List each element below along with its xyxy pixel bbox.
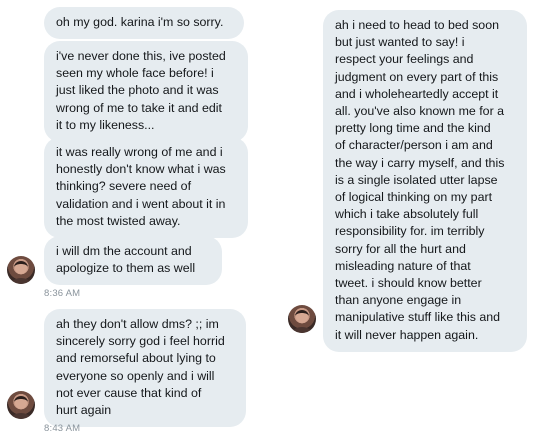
message-bubble: oh my god. karina i'm so sorry.: [44, 7, 244, 40]
avatar-image: [11, 261, 31, 284]
message-bubble: ah they don't allow dms? ;; im sincerely…: [44, 309, 246, 428]
message-bubble: i will dm the account and apologize to t…: [44, 236, 222, 286]
message-bubble: i've never done this, ive posted seen my…: [44, 41, 248, 143]
message-timestamp: 8:36 AM: [44, 288, 81, 299]
sender-avatar[interactable]: [7, 256, 35, 284]
avatar-image: [292, 310, 312, 333]
message-bubble: it was really wrong of me and i honestly…: [44, 137, 248, 239]
sender-avatar[interactable]: [288, 305, 316, 333]
message-bubble: ah i need to head to bed soon but just w…: [323, 10, 527, 352]
message-timestamp: 8:43 AM: [44, 423, 81, 434]
avatar-image: [11, 396, 31, 419]
sender-avatar[interactable]: [7, 391, 35, 419]
